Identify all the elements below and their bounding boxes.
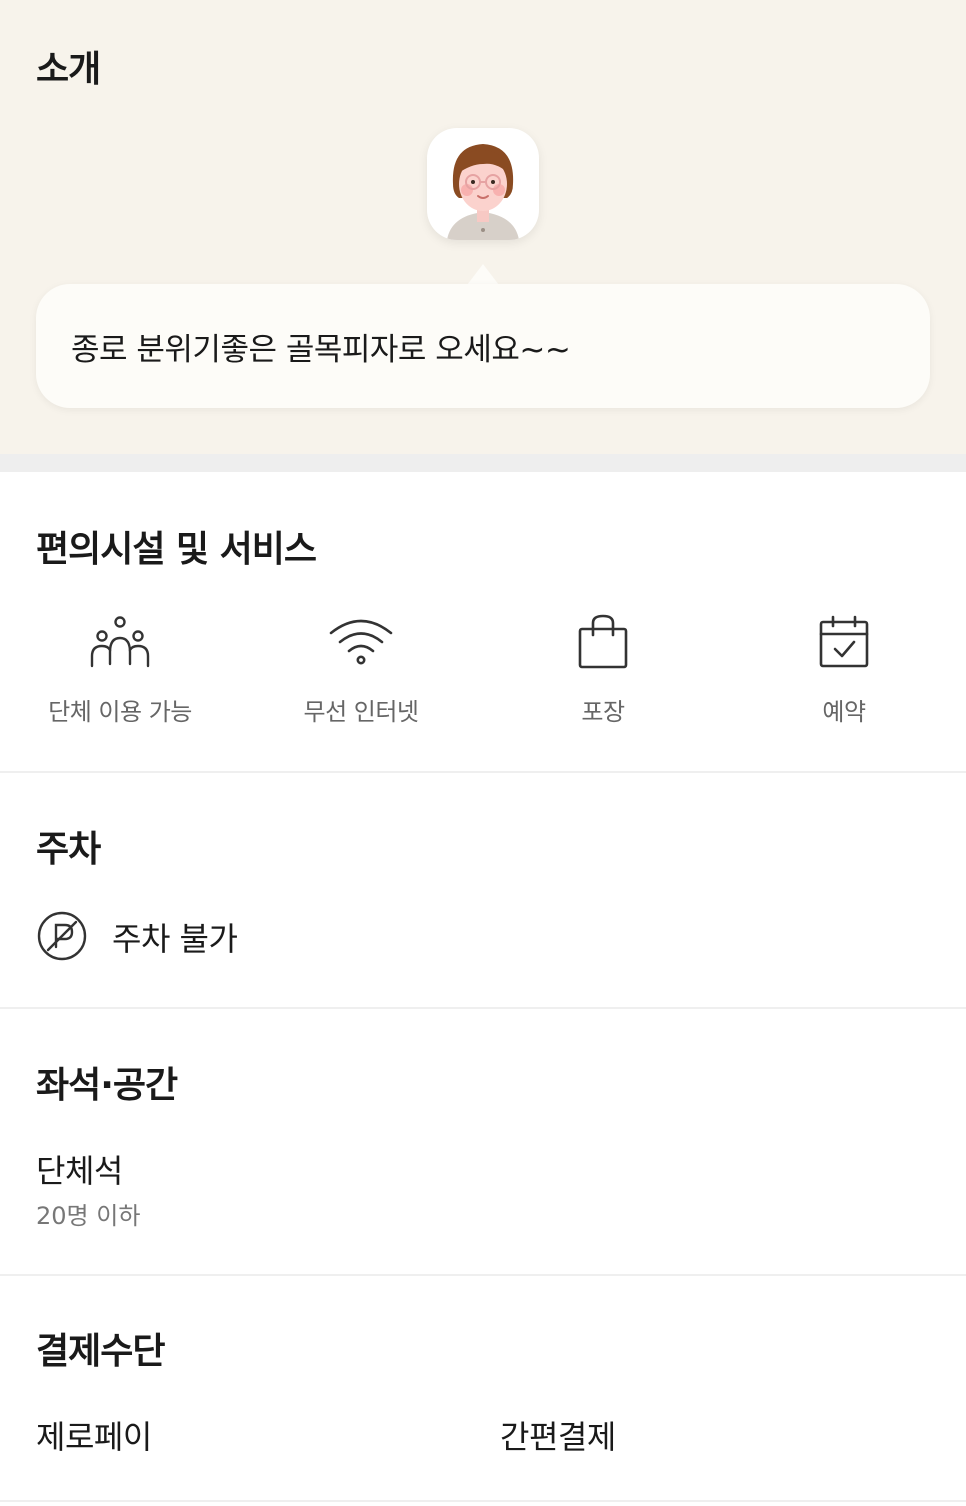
amenity-label: 단체 이용 가능 (48, 698, 192, 726)
calendar-check-icon (810, 608, 878, 676)
seat-name: 단체석 (36, 1152, 123, 1190)
group-icon (86, 608, 154, 676)
amenity-label: 무선 인터넷 (303, 698, 419, 726)
speech-bubble-pointer (467, 264, 499, 285)
payment-title: 결제수단 (36, 1331, 165, 1372)
store-info-page: 소개 종로 분위기좋은 골목피자로 오세요~~ 편의시설 및 서비스 단체 이용… (0, 0, 966, 1506)
amenity-group: 단체 이용 가능 (0, 608, 240, 728)
intro-section: 소개 종로 분위기좋은 골목피자로 오세요~~ (0, 0, 966, 454)
intro-message: 종로 분위기좋은 골목피자로 오세요~~ (71, 331, 571, 368)
divider (0, 1500, 966, 1502)
payment-method: 제로페이 (36, 1418, 152, 1456)
shopping-bag-icon (569, 608, 637, 676)
intro-title: 소개 (36, 49, 101, 90)
seat-capacity: 20명 이하 (36, 1202, 141, 1230)
parking-title: 주차 (36, 829, 101, 870)
wifi-icon (327, 608, 395, 676)
parking-status: 주차 불가 (112, 920, 238, 958)
divider (0, 1274, 966, 1276)
amenity-label: 예약 (822, 698, 866, 726)
intro-speech-bubble: 종로 분위기좋은 골목피자로 오세요~~ (36, 284, 930, 408)
amenity-label: 포장 (581, 698, 625, 726)
divider (0, 1007, 966, 1009)
no-parking-icon (36, 910, 88, 962)
amenity-reservation: 예약 (724, 608, 964, 728)
amenity-takeout: 포장 (483, 608, 723, 728)
amenities-title: 편의시설 및 서비스 (36, 529, 317, 570)
owner-avatar (427, 128, 539, 240)
section-separator (0, 454, 966, 472)
amenity-wifi: 무선 인터넷 (241, 608, 481, 728)
divider (0, 771, 966, 773)
payment-method: 간편결제 (500, 1418, 616, 1456)
seating-title: 좌석·공간 (36, 1065, 178, 1106)
